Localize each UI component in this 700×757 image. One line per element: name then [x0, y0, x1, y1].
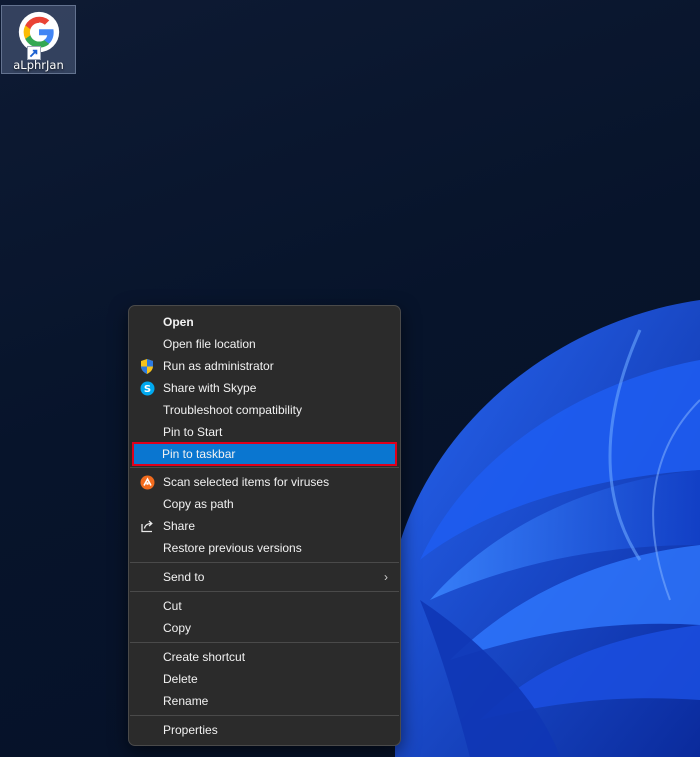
menu-item-troubleshoot-compatibility[interactable]: Troubleshoot compatibility — [129, 399, 400, 421]
menu-item-pin-to-start[interactable]: Pin to Start — [129, 421, 400, 443]
menu-item-label: Properties — [163, 723, 218, 737]
menu-item-send-to[interactable]: Send to › — [129, 566, 400, 588]
menu-separator — [130, 642, 399, 643]
menu-item-label: Rename — [163, 694, 209, 708]
menu-item-properties[interactable]: Properties — [129, 719, 400, 741]
shortcut-arrow-icon — [26, 46, 41, 60]
chevron-right-icon: › — [384, 570, 388, 584]
menu-separator — [130, 591, 399, 592]
share-icon — [139, 518, 155, 534]
google-chrome-shortcut-icon — [17, 10, 61, 60]
menu-item-run-as-administrator[interactable]: Run as administrator — [129, 355, 400, 377]
menu-item-share-with-skype[interactable]: S Share with Skype — [129, 377, 400, 399]
menu-item-label: Share — [163, 519, 196, 533]
menu-item-copy-as-path[interactable]: Copy as path — [129, 493, 400, 515]
menu-item-label: Scan selected items for viruses — [163, 475, 330, 489]
menu-item-label: Share with Skype — [163, 381, 257, 395]
menu-item-share[interactable]: Share — [129, 515, 400, 537]
menu-separator — [130, 562, 399, 563]
menu-item-label: Copy as path — [163, 497, 234, 511]
menu-item-open-file-location[interactable]: Open file location — [129, 333, 400, 355]
menu-item-pin-to-taskbar[interactable]: Pin to taskbar — [132, 442, 397, 466]
menu-item-create-shortcut[interactable]: Create shortcut — [129, 646, 400, 668]
svg-text:S: S — [143, 384, 150, 395]
menu-item-open[interactable]: Open — [129, 311, 400, 333]
desktop-shortcut[interactable]: aLphrJan — [1, 5, 76, 74]
menu-separator — [130, 467, 399, 468]
menu-item-label: Open file location — [163, 337, 256, 351]
menu-item-label: Create shortcut — [163, 650, 246, 664]
menu-item-label: Pin to Start — [163, 425, 223, 439]
menu-item-label: Send to — [163, 570, 205, 584]
menu-item-label: Copy — [163, 621, 192, 635]
menu-item-label: Open — [163, 315, 194, 329]
menu-separator — [130, 715, 399, 716]
skype-icon: S — [139, 380, 155, 396]
menu-item-label: Run as administrator — [163, 359, 274, 373]
menu-item-label: Restore previous versions — [163, 541, 302, 555]
menu-item-label: Delete — [163, 672, 198, 686]
menu-item-restore-previous-versions[interactable]: Restore previous versions — [129, 537, 400, 559]
antivirus-icon — [139, 474, 155, 490]
menu-item-copy[interactable]: Copy — [129, 617, 400, 639]
menu-item-label: Troubleshoot compatibility — [163, 403, 302, 417]
menu-item-scan-for-viruses[interactable]: Scan selected items for viruses — [129, 471, 400, 493]
menu-item-rename[interactable]: Rename — [129, 690, 400, 712]
menu-item-label: Pin to taskbar — [162, 447, 236, 461]
context-menu: Open Open file location Run as administr… — [128, 305, 401, 746]
menu-item-cut[interactable]: Cut — [129, 595, 400, 617]
menu-item-label: Cut — [163, 599, 182, 613]
menu-item-delete[interactable]: Delete — [129, 668, 400, 690]
uac-shield-icon — [139, 358, 155, 374]
